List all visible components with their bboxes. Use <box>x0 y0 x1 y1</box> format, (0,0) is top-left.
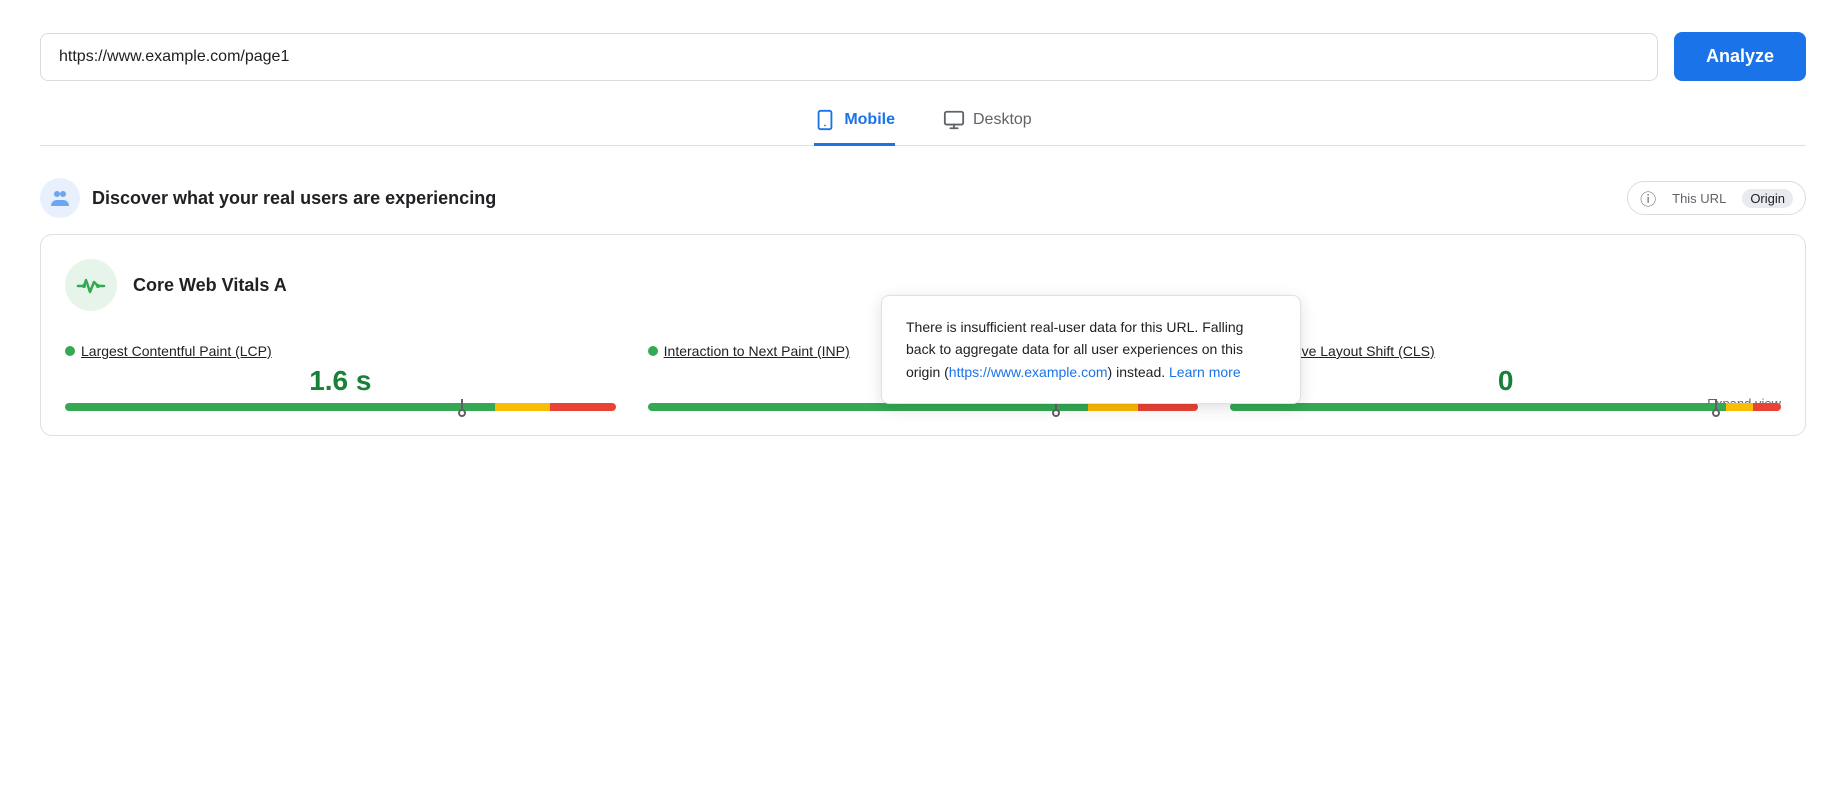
metric-inp-dot <box>648 346 658 356</box>
section-title: Discover what your real users are experi… <box>92 188 496 209</box>
url-bar-row: Analyze <box>40 32 1806 81</box>
desktop-icon <box>943 109 965 131</box>
metric-lcp-bar <box>65 403 616 411</box>
metric-inp-bar <box>648 403 1199 411</box>
tooltip-popup: There is insufficient real-user data for… <box>881 295 1301 404</box>
mobile-icon <box>814 109 836 131</box>
vitals-title: Core Web Vitals A <box>133 275 287 296</box>
metric-lcp-label: Largest Contentful Paint (LCP) <box>65 343 616 359</box>
tooltip-learn-more[interactable]: Learn more <box>1169 364 1241 380</box>
metric-cls-label: Cumulative Layout Shift (CLS) <box>1230 343 1781 359</box>
tab-desktop[interactable]: Desktop <box>943 109 1032 146</box>
metric-cls-bar <box>1230 403 1781 411</box>
metric-lcp-dot <box>65 346 75 356</box>
origin-toggle[interactable]: Origin <box>1742 189 1793 208</box>
tooltip-text2: ) instead. <box>1108 364 1169 380</box>
url-input[interactable] <box>40 33 1658 81</box>
info-icon: ⓘ <box>1640 186 1656 210</box>
users-icon <box>48 186 72 210</box>
metric-lcp: Largest Contentful Paint (LCP) 1.6 s <box>65 343 616 411</box>
analyze-button[interactable]: Analyze <box>1674 32 1806 81</box>
section-title-group: Discover what your real users are experi… <box>40 178 496 218</box>
url-origin-toggle: ⓘ This URL Origin <box>1627 181 1806 215</box>
main-card: Core Web Vitals A There is insufficient … <box>40 234 1806 436</box>
this-url-toggle[interactable]: This URL <box>1664 189 1734 208</box>
section-header: Discover what your real users are experi… <box>40 178 1806 218</box>
metric-cls: Cumulative Layout Shift (CLS) 0 <box>1230 343 1781 411</box>
tooltip-link[interactable]: https://www.example.com <box>949 364 1108 380</box>
metric-cls-value: 0 <box>1230 365 1781 397</box>
section-avatar <box>40 178 80 218</box>
metric-lcp-link[interactable]: Largest Contentful Paint (LCP) <box>81 343 272 359</box>
heartbeat-icon <box>76 270 106 300</box>
tabs-row: Mobile Desktop <box>40 109 1806 146</box>
vitals-icon <box>65 259 117 311</box>
metric-inp-link[interactable]: Interaction to Next Paint (INP) <box>664 343 850 359</box>
tab-mobile[interactable]: Mobile <box>814 109 895 146</box>
metric-lcp-value: 1.6 s <box>65 365 616 397</box>
